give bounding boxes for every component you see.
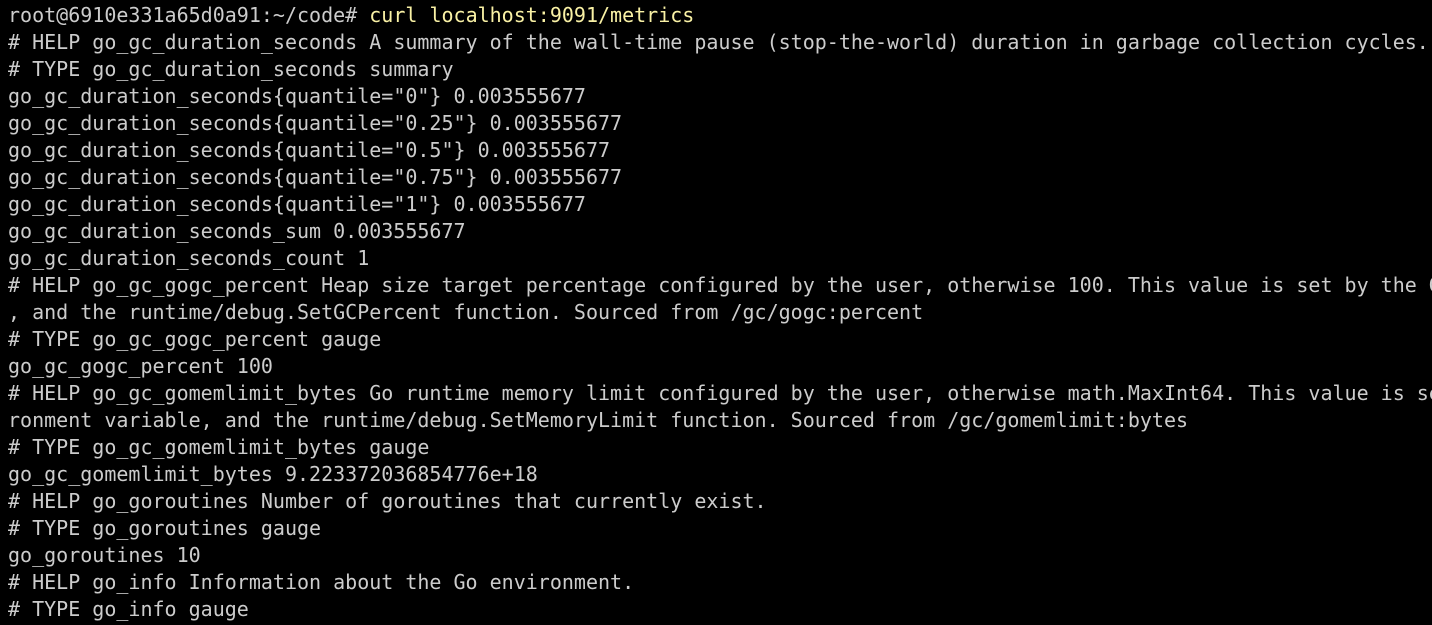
- output-line: go_gc_duration_seconds_count 1: [8, 246, 370, 270]
- output-line: # TYPE go_gc_duration_seconds summary: [8, 57, 454, 81]
- output-line: go_gc_duration_seconds{quantile="1"} 0.0…: [8, 192, 586, 216]
- output-line: , and the runtime/debug.SetGCPercent fun…: [8, 300, 924, 324]
- output-line: # HELP go_goroutines Number of goroutine…: [8, 489, 767, 513]
- output-line: # HELP go_gc_duration_seconds A summary …: [8, 30, 1429, 54]
- output-line: # TYPE go_info gauge: [8, 597, 249, 621]
- output-line: go_gc_duration_seconds{quantile="0"} 0.0…: [8, 84, 586, 108]
- output-line: go_goroutines 10: [8, 543, 201, 567]
- output-line: go_gc_duration_seconds{quantile="0.25"} …: [8, 111, 623, 135]
- terminal-window[interactable]: root@6910e331a65d0a91:~/code# curl local…: [0, 0, 1432, 625]
- output-line: # HELP go_gc_gomemlimit_bytes Go runtime…: [8, 381, 1432, 405]
- output-line: # HELP go_gc_gogc_percent Heap size targ…: [8, 273, 1432, 297]
- output-line: # TYPE go_goroutines gauge: [8, 516, 322, 540]
- output-line: go_gc_duration_seconds_sum 0.003555677: [8, 219, 466, 243]
- output-line: go_gc_duration_seconds{quantile="0.5"} 0…: [8, 138, 611, 162]
- output-line: # HELP go_info Information about the Go …: [8, 570, 635, 594]
- output-line: ronment variable, and the runtime/debug.…: [8, 408, 1189, 432]
- output-line: # TYPE go_gc_gogc_percent gauge: [8, 327, 382, 351]
- shell-prompt: root@6910e331a65d0a91:~/code#: [8, 3, 370, 27]
- command-text: curl localhost:9091/metrics: [369, 3, 695, 27]
- output-line: go_gc_duration_seconds{quantile="0.75"} …: [8, 165, 623, 189]
- output-line: # TYPE go_gc_gomemlimit_bytes gauge: [8, 435, 430, 459]
- output-line: go_gc_gogc_percent 100: [8, 354, 273, 378]
- terminal-output: # HELP go_gc_duration_seconds A summary …: [8, 29, 1432, 623]
- output-line: go_gc_gomemlimit_bytes 9.223372036854776…: [8, 462, 538, 486]
- prompt-line: root@6910e331a65d0a91:~/code# curl local…: [8, 2, 1432, 29]
